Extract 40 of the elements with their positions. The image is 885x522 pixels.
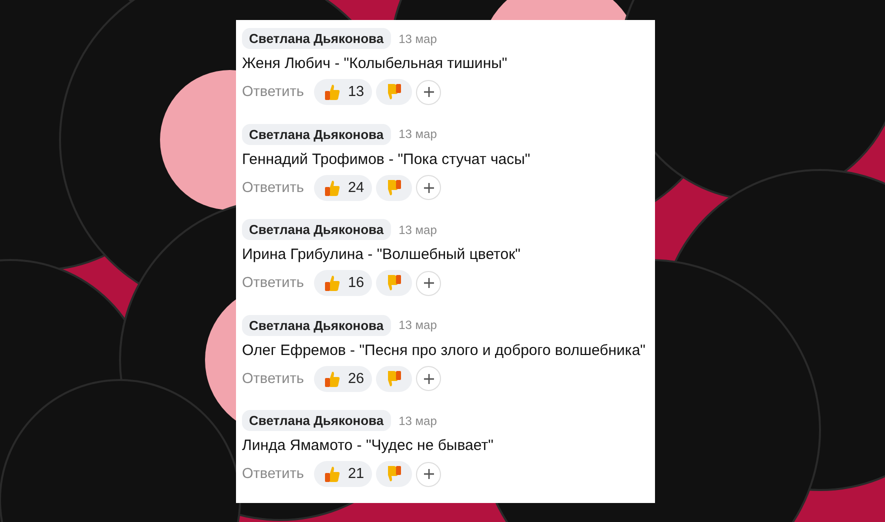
add-reaction-button[interactable] bbox=[416, 366, 442, 392]
comment-date: 13 мар bbox=[398, 222, 437, 237]
like-button[interactable]: 26 bbox=[314, 366, 372, 392]
comment-text: Геннадий Трофимов - "Пока стучат часы" bbox=[242, 150, 530, 168]
author-name[interactable]: Светлана Дьяконова bbox=[242, 124, 391, 145]
add-reaction-button[interactable] bbox=[416, 175, 442, 200]
dislike-button[interactable] bbox=[376, 174, 412, 201]
comment-text: Женя Любич - "Колыбельная тишины" bbox=[242, 55, 508, 72]
comment-date: 13 мар bbox=[398, 127, 437, 142]
reply-link[interactable]: Ответить bbox=[242, 275, 304, 292]
add-reaction-button[interactable] bbox=[416, 80, 442, 104]
add-reaction-button[interactable] bbox=[416, 270, 442, 296]
comment-date: 13 мар bbox=[398, 32, 437, 46]
reply-link[interactable]: Ответить bbox=[242, 370, 304, 387]
dislike-button[interactable] bbox=[376, 79, 412, 105]
dislike-button[interactable] bbox=[376, 270, 412, 296]
plus-icon bbox=[422, 372, 435, 385]
plus-icon bbox=[422, 277, 435, 290]
author-name[interactable]: Светлана Дьяконова bbox=[242, 28, 391, 49]
add-reaction-button[interactable] bbox=[416, 462, 442, 487]
comment-date: 13 мар bbox=[398, 318, 437, 332]
comment-text: Ирина Грибулина - "Волшебный цветок" bbox=[242, 246, 520, 264]
comment-text: Линда Ямамото - "Чудес не бывает" bbox=[242, 437, 494, 454]
dislike-button[interactable] bbox=[376, 461, 412, 488]
plus-icon bbox=[422, 468, 435, 480]
author-name[interactable]: Светлана Дьяконова bbox=[242, 410, 391, 432]
reply-link[interactable]: Ответить bbox=[242, 180, 304, 196]
reply-link[interactable]: Ответить bbox=[242, 466, 304, 482]
like-button[interactable]: 21 bbox=[314, 461, 372, 488]
reply-link[interactable]: Ответить bbox=[242, 84, 304, 100]
plus-icon bbox=[422, 182, 435, 194]
comment-text: Олег Ефремов - "Песня про злого и доброго волшебника" bbox=[242, 342, 646, 359]
author-name[interactable]: Светлана Дьяконова bbox=[242, 314, 391, 336]
like-button[interactable]: 24 bbox=[314, 174, 372, 201]
like-button[interactable]: 13 bbox=[314, 79, 372, 105]
plus-icon bbox=[422, 86, 435, 98]
like-button[interactable]: 16 bbox=[314, 270, 372, 296]
comment-date: 13 мар bbox=[398, 414, 437, 428]
author-name[interactable]: Светлана Дьяконова bbox=[242, 219, 391, 240]
dislike-button[interactable] bbox=[376, 366, 412, 392]
